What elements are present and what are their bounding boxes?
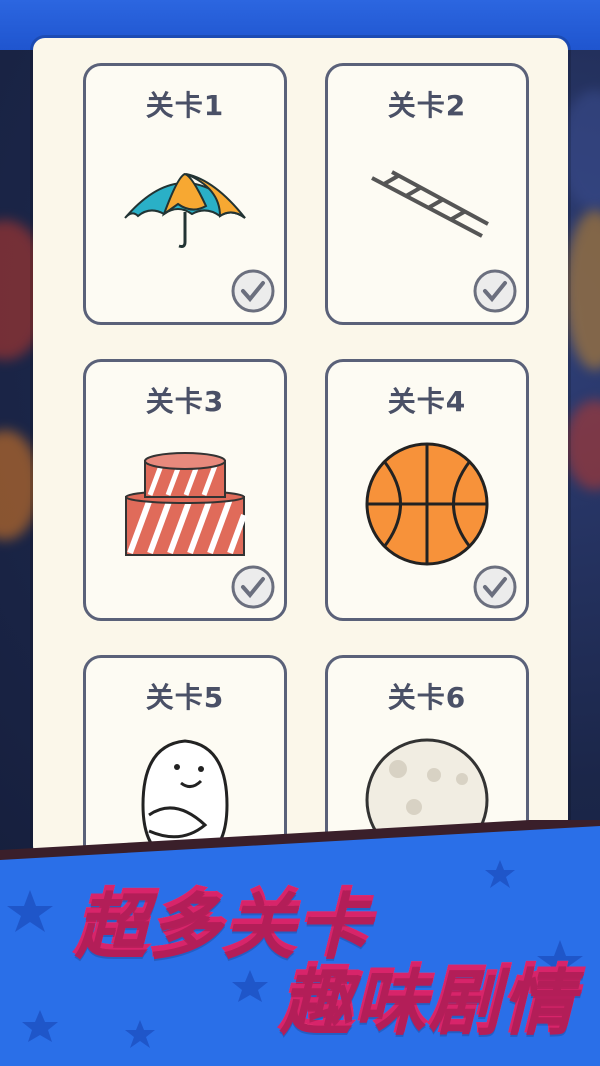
- level-title: 关卡6: [387, 681, 467, 714]
- completed-check-icon: [231, 269, 275, 313]
- level-select-screen: 关卡1 关卡2 关卡3 关卡4 关卡5 关卡6 超多关卡 趣味剧情: [0, 0, 600, 1066]
- level-panel: 关卡1 关卡2 关卡3 关卡4 关卡5 关卡6: [33, 38, 568, 858]
- completed-check-icon: [231, 565, 275, 609]
- promo-headline-2: 趣味剧情: [278, 940, 576, 1045]
- level-title: 关卡2: [387, 89, 467, 122]
- level-title: 关卡4: [387, 385, 467, 418]
- level-title: 关卡1: [145, 89, 225, 122]
- completed-check-icon: [473, 565, 517, 609]
- level-card-4[interactable]: 关卡4: [325, 359, 529, 621]
- ladder-icon: [328, 138, 526, 278]
- completed-check-icon: [473, 269, 517, 313]
- level-card-3[interactable]: 关卡3: [83, 359, 287, 621]
- level-grid: 关卡1 关卡2 关卡3 关卡4 关卡5 关卡6: [83, 63, 533, 858]
- level-card-2[interactable]: 关卡2: [325, 63, 529, 325]
- level-card-1[interactable]: 关卡1: [83, 63, 287, 325]
- basketball-icon: [328, 434, 526, 574]
- level-title: 关卡3: [145, 385, 225, 418]
- cake-icon: [86, 434, 284, 574]
- umbrella-icon: [86, 138, 284, 278]
- level-title: 关卡5: [145, 681, 225, 714]
- promo-banner: 超多关卡 趣味剧情: [0, 820, 600, 1066]
